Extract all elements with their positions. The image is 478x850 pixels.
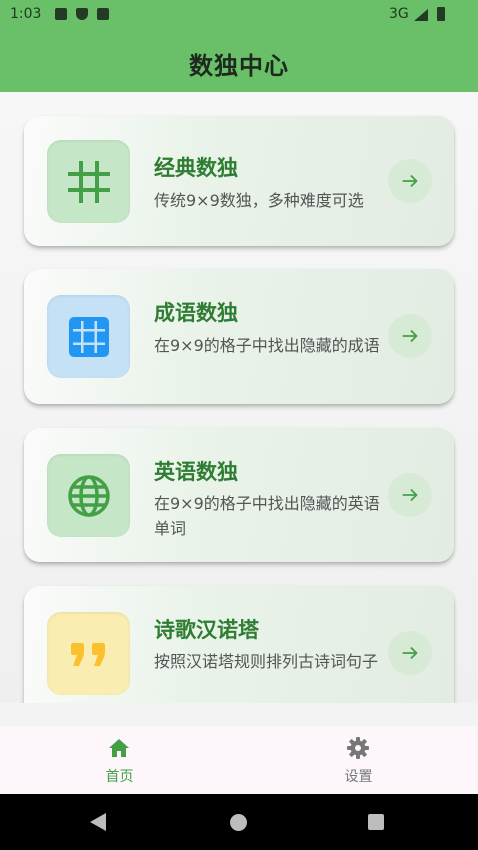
home-icon xyxy=(109,739,129,757)
open-classic-sudoku-button[interactable] xyxy=(388,159,432,203)
card-classic-sudoku[interactable]: 经典数独 传统9×9数独，多种难度可选 xyxy=(24,116,454,246)
card-title: 诗歌汉诺塔 xyxy=(154,618,259,642)
card-description: 传统9×9数独，多种难度可选 xyxy=(154,191,364,210)
nav-item-home[interactable]: 首页 xyxy=(0,726,239,794)
card-description: 在9×9的格子中找出隐藏的英语单词 xyxy=(154,494,380,538)
game-list[interactable]: 经典数独 传统9×9数独，多种难度可选 成语数独 在9×9的格子中找出隐藏的成语 xyxy=(0,92,478,703)
card-icon-box xyxy=(47,454,130,537)
sd-card-icon xyxy=(97,8,109,20)
card-title: 成语数独 xyxy=(154,301,238,325)
card-description: 按照汉诺塔规则排列古诗词句子 xyxy=(154,652,379,671)
status-time: 1:03 xyxy=(10,6,42,22)
open-english-sudoku-button[interactable] xyxy=(388,473,432,517)
battery-icon xyxy=(437,7,445,21)
shield-icon xyxy=(76,8,88,20)
card-english-sudoku[interactable]: 英语数独 在9×9的格子中找出隐藏的英语单词 xyxy=(24,428,454,562)
arrow-right-icon xyxy=(402,646,418,660)
card-poetry-hanoi[interactable]: 诗歌汉诺塔 按照汉诺塔规则排列古诗词句子 xyxy=(24,586,454,703)
app-bar: 数独中心 xyxy=(0,30,478,92)
card-icon-box xyxy=(47,295,130,378)
gear-icon xyxy=(347,737,369,759)
arrow-right-icon xyxy=(402,329,418,343)
card-icon-box xyxy=(47,140,130,223)
network-type: 3G xyxy=(389,6,409,22)
card-title: 英语数独 xyxy=(154,460,238,484)
status-bar: 1:03 3G xyxy=(0,0,478,30)
open-poetry-hanoi-button[interactable] xyxy=(388,631,432,675)
nav-label: 首页 xyxy=(105,769,134,785)
card-idiom-sudoku[interactable]: 成语数独 在9×9的格子中找出隐藏的成语 xyxy=(24,269,454,404)
signal-icon xyxy=(414,9,428,21)
page-title: 数独中心 xyxy=(189,52,289,80)
nav-label: 设置 xyxy=(344,769,373,785)
text-icon xyxy=(55,8,67,20)
home-button-icon[interactable] xyxy=(230,814,247,831)
back-icon[interactable] xyxy=(90,813,106,831)
card-icon-box xyxy=(47,612,130,695)
system-navigation-bar xyxy=(0,794,478,850)
arrow-right-icon xyxy=(402,488,418,502)
grid-hash-icon xyxy=(67,160,110,203)
card-description: 在9×9的格子中找出隐藏的成语 xyxy=(154,336,380,355)
globe-icon xyxy=(67,474,110,517)
nav-item-settings[interactable]: 设置 xyxy=(239,726,478,794)
open-idiom-sudoku-button[interactable] xyxy=(388,314,432,358)
card-title: 经典数独 xyxy=(154,156,238,180)
bottom-navigation: 首页 设置 xyxy=(0,726,478,794)
recent-apps-icon[interactable] xyxy=(368,814,384,830)
arrow-right-icon xyxy=(402,174,418,188)
status-notification-icons xyxy=(55,8,109,20)
apps-grid-icon xyxy=(68,316,109,357)
quote-icon xyxy=(70,642,105,666)
